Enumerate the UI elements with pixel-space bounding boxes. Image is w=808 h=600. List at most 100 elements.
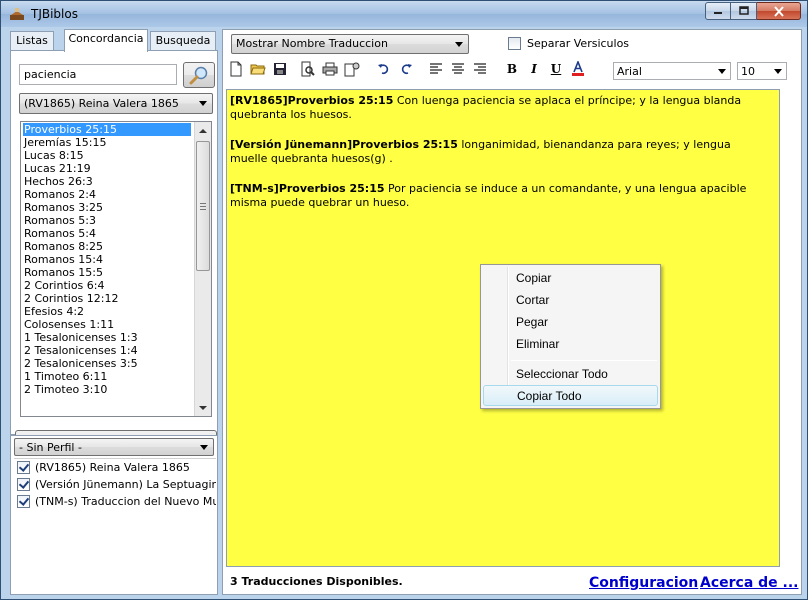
reference-item[interactable]: Romanos 15:4 <box>23 253 191 266</box>
close-icon <box>773 5 784 17</box>
align-right-button[interactable] <box>471 60 489 78</box>
open-folder-icon <box>250 64 266 75</box>
configuracion-link[interactable]: Configuracion <box>589 575 698 591</box>
save-icon <box>274 63 286 75</box>
version-select[interactable]: (RV1865) Reina Valera 1865 <box>19 93 213 114</box>
tab-busqueda[interactable]: Busqueda <box>150 31 216 51</box>
reference-item[interactable]: Romanos 5:3 <box>23 214 191 227</box>
translation-item[interactable]: (RV1865) Reina Valera 1865 <box>14 459 216 476</box>
font-family-select[interactable]: Arial <box>613 62 731 80</box>
separate-verses-checkbox[interactable] <box>508 37 521 50</box>
tab-concordancia[interactable]: Concordancia <box>64 29 148 52</box>
chevron-down-icon <box>718 69 726 74</box>
verse-paragraph: [TNM-s]Proverbios 25:15 Por paciencia se… <box>230 182 770 210</box>
context-menu: Copiar Cortar Pegar Eliminar Seleccionar… <box>480 264 661 409</box>
arrow-down-icon <box>199 405 207 410</box>
new-document-button[interactable] <box>227 60 245 78</box>
reference-item[interactable]: Hechos 26:3 <box>23 175 191 188</box>
status-text: 3 Traducciones Disponibles. <box>230 575 403 588</box>
reference-item[interactable]: 1 Timoteo 6:11 <box>23 370 191 383</box>
checkbox-checked-icon[interactable] <box>17 495 30 508</box>
tab-strip: Listas Concordancia Busqueda <box>10 29 218 52</box>
redo-icon <box>401 64 412 75</box>
reference-item[interactable]: Romanos 5:4 <box>23 227 191 240</box>
verse-reference: [Versión Jünemann]Proverbios 25:15 <box>230 138 458 151</box>
reference-item[interactable]: Efesios 4:2 <box>23 305 191 318</box>
left-panel: Listas Concordancia Busqueda (RV1865) Re… <box>10 29 218 595</box>
print-preview-button[interactable] <box>299 60 317 78</box>
translation-item[interactable]: (Versión Jünemann) La Septuaginta <box>14 476 216 493</box>
align-center-button[interactable] <box>449 60 467 78</box>
menu-divider <box>511 360 657 361</box>
concordancia-pane: (RV1865) Reina Valera 1865 Proverbios 25… <box>10 50 218 452</box>
window-controls <box>705 2 801 20</box>
underline-button[interactable]: U <box>547 60 565 78</box>
grip-icon <box>200 202 206 210</box>
minimize-button[interactable] <box>705 2 731 20</box>
menu-item-pegar[interactable]: Pegar <box>483 312 658 333</box>
reference-item[interactable]: 2 Corintios 12:12 <box>23 292 191 305</box>
maximize-icon <box>738 6 749 15</box>
print-button[interactable] <box>321 60 339 78</box>
menu-item-copiar-todo[interactable]: Copiar Todo <box>483 385 658 406</box>
align-left-button[interactable] <box>427 60 445 78</box>
verse-paragraph: [Versión Jünemann]Proverbios 25:15 longa… <box>230 138 770 166</box>
reference-item[interactable]: 1 Tesalonicenses 1:3 <box>23 331 191 344</box>
reference-list-scrollbar[interactable] <box>194 122 211 416</box>
app-window: TJBiblos Listas Concordancia Busqueda pa… <box>0 0 808 600</box>
translation-name-value: Mostrar Nombre Traduccion <box>236 37 388 50</box>
separate-verses-option[interactable]: Separar Versiculos <box>508 37 629 50</box>
menu-item-cortar[interactable]: Cortar <box>483 290 658 311</box>
minimize-icon <box>714 12 722 14</box>
page-setup-button[interactable] <box>343 60 361 78</box>
maximize-button[interactable] <box>731 2 757 20</box>
reference-item[interactable]: Colosenses 1:11 <box>23 318 191 331</box>
tab-listas[interactable]: Listas <box>10 31 54 51</box>
reference-item[interactable]: Romanos 8:25 <box>23 240 191 253</box>
title-bar[interactable]: TJBiblos <box>1 1 807 27</box>
reference-item[interactable]: Lucas 8:15 <box>23 149 191 162</box>
arrow-up-icon <box>199 128 207 133</box>
redo-button[interactable] <box>397 60 415 78</box>
scroll-down-button[interactable] <box>195 399 211 416</box>
font-color-button[interactable] <box>569 60 587 78</box>
checkbox-checked-icon[interactable] <box>17 461 30 474</box>
save-button[interactable] <box>271 60 289 78</box>
verse-paragraph: [RV1865]Proverbios 25:15 Con luenga paci… <box>230 94 770 122</box>
page-setup-icon <box>344 62 360 77</box>
new-document-icon <box>230 61 242 77</box>
chevron-down-icon <box>455 42 463 47</box>
reference-item[interactable]: 2 Corintios 6:4 <box>23 279 191 292</box>
reference-list[interactable]: Proverbios 25:15 Jeremías 15:15 Lucas 8:15… <box>20 121 212 417</box>
scroll-thumb[interactable] <box>196 141 210 271</box>
menu-item-eliminar[interactable]: Eliminar <box>483 334 658 355</box>
reference-item[interactable]: 2 Tesalonicenses 1:4 <box>23 344 191 357</box>
menu-item-copiar[interactable]: Copiar <box>483 268 658 289</box>
bold-button[interactable]: B <box>503 60 521 78</box>
reference-item[interactable]: Romanos 2:4 <box>23 188 191 201</box>
reference-item[interactable]: 2 Timoteo 3:10 <box>23 383 191 396</box>
reference-item[interactable]: Romanos 3:25 <box>23 201 191 214</box>
close-button[interactable] <box>757 2 801 20</box>
acerca-de-link[interactable]: Acerca de ... <box>700 575 799 591</box>
search-button[interactable] <box>183 62 215 88</box>
chevron-down-icon <box>199 101 207 106</box>
chevron-down-icon <box>200 445 208 450</box>
reference-item[interactable]: Proverbios 25:15 <box>23 123 191 136</box>
reference-item[interactable]: 2 Tesalonicenses 3:5 <box>23 357 191 370</box>
undo-button[interactable] <box>375 60 393 78</box>
checkbox-checked-icon[interactable] <box>17 478 30 491</box>
profile-select[interactable]: - Sin Perfil - <box>14 438 214 456</box>
reference-item[interactable]: Jeremías 15:15 <box>23 136 191 149</box>
search-input[interactable] <box>19 64 177 85</box>
reference-item[interactable]: Lucas 21:19 <box>23 162 191 175</box>
translation-item[interactable]: (TNM-s) Traduccion del Nuevo Mundo <box>14 493 216 510</box>
align-right-icon <box>474 63 486 74</box>
italic-button[interactable]: I <box>525 60 543 78</box>
open-folder-button[interactable] <box>249 60 267 78</box>
menu-item-seleccionar-todo[interactable]: Seleccionar Todo <box>483 364 658 385</box>
scroll-up-button[interactable] <box>195 122 211 139</box>
reference-item[interactable]: Romanos 15:5 <box>23 266 191 279</box>
font-size-select[interactable]: 10 <box>737 62 787 80</box>
translation-name-select[interactable]: Mostrar Nombre Traduccion <box>231 34 469 54</box>
